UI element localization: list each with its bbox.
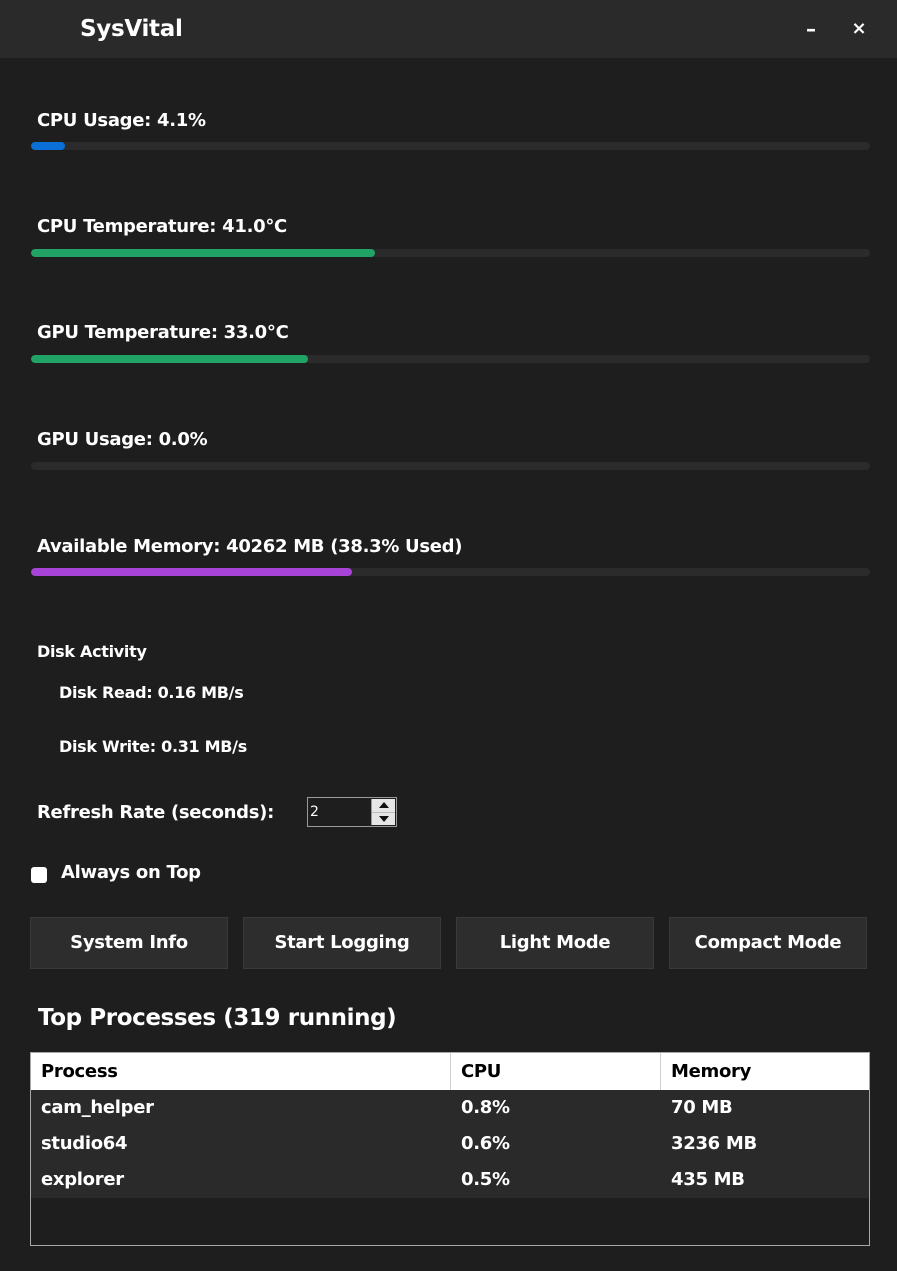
gpu-temperature-bar-fill [31, 355, 308, 363]
cpu-usage-bar [31, 142, 870, 150]
table-row[interactable]: cam_helper 0.8% 70 MB [31, 1090, 869, 1126]
column-header-memory[interactable]: Memory [671, 1061, 751, 1082]
process-name: studio64 [41, 1133, 128, 1154]
process-name: cam_helper [41, 1097, 154, 1118]
close-button[interactable]: × [845, 14, 873, 44]
cpu-usage-bar-fill [31, 142, 66, 150]
process-cpu: 0.8% [461, 1097, 510, 1118]
cpu-temperature-bar-fill [31, 249, 375, 257]
process-cpu: 0.5% [461, 1169, 510, 1190]
disk-read-label: Disk Read: 0.16 MB/s [59, 683, 244, 702]
gpu-usage-bar [31, 462, 870, 470]
minimize-button[interactable]: – [797, 14, 825, 44]
spin-up-arrow-icon[interactable] [372, 799, 395, 812]
cpu-usage-label: CPU Usage: 4.1% [37, 110, 206, 131]
process-memory: 435 MB [671, 1169, 745, 1190]
top-processes-heading: Top Processes (319 running) [38, 1005, 397, 1031]
process-memory: 3236 MB [671, 1133, 757, 1154]
refresh-rate-label: Refresh Rate (seconds): [37, 802, 274, 823]
process-table[interactable]: Process CPU Memory cam_helper 0.8% 70 MB… [30, 1052, 870, 1246]
column-separator [660, 1053, 661, 1090]
compact-mode-button[interactable]: Compact Mode [669, 917, 867, 969]
gpu-temperature-bar [31, 355, 870, 363]
column-separator [450, 1053, 451, 1090]
refresh-rate-input[interactable] [310, 801, 370, 823]
process-cpu: 0.6% [461, 1133, 510, 1154]
process-name: explorer [41, 1169, 124, 1190]
light-mode-button[interactable]: Light Mode [456, 917, 654, 969]
process-memory: 70 MB [671, 1097, 733, 1118]
memory-bar [31, 568, 870, 576]
gpu-usage-label: GPU Usage: 0.0% [37, 429, 208, 450]
refresh-rate-spinbox[interactable] [307, 797, 397, 827]
app-title: SysVital [80, 16, 183, 42]
spinbox-arrows [371, 799, 395, 825]
start-logging-button[interactable]: Start Logging [243, 917, 441, 969]
cpu-temperature-bar [31, 249, 870, 257]
available-memory-label: Available Memory: 40262 MB (38.3% Used) [37, 536, 463, 557]
system-info-button[interactable]: System Info [30, 917, 228, 969]
always-on-top-label[interactable]: Always on Top [61, 862, 201, 883]
checkbox-icon[interactable] [31, 867, 47, 883]
table-header: Process CPU Memory [31, 1053, 869, 1090]
table-row[interactable]: explorer 0.5% 435 MB [31, 1162, 869, 1198]
memory-bar-fill [31, 568, 353, 576]
gpu-temperature-label: GPU Temperature: 33.0°C [37, 322, 289, 343]
column-header-process[interactable]: Process [41, 1061, 118, 1082]
table-row[interactable]: studio64 0.6% 3236 MB [31, 1126, 869, 1162]
disk-write-label: Disk Write: 0.31 MB/s [59, 737, 247, 756]
title-bar[interactable]: SysVital – × [0, 0, 897, 58]
column-header-cpu[interactable]: CPU [461, 1061, 501, 1082]
cpu-temperature-label: CPU Temperature: 41.0°C [37, 216, 287, 237]
disk-activity-title: Disk Activity [37, 642, 147, 661]
spin-down-arrow-icon[interactable] [372, 812, 395, 825]
